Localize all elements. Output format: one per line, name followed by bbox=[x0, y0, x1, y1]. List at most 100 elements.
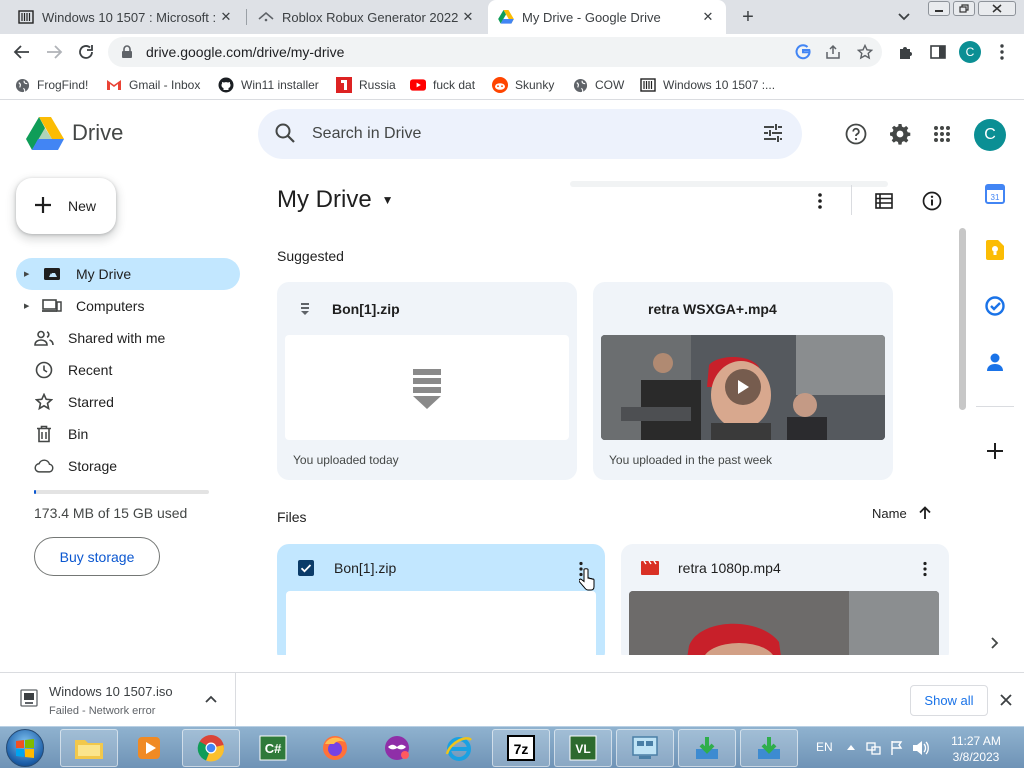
bookmark-win11-installer[interactable]: Win11 installer bbox=[218, 76, 319, 94]
suggested-card-retra-wsxga[interactable]: retra WSXGA+.mp4 You uploaded in the pas… bbox=[593, 282, 893, 480]
taskbar-firefox[interactable] bbox=[306, 729, 364, 767]
close-tab-icon[interactable]: ✕ bbox=[700, 9, 716, 25]
bookmark-skunky[interactable]: Skunky bbox=[492, 76, 554, 94]
browser-menu-icon[interactable] bbox=[990, 40, 1014, 64]
expand-panel-chevron-icon[interactable] bbox=[984, 632, 1006, 654]
nav-item-my-drive[interactable]: ▶ My Drive bbox=[16, 258, 240, 290]
get-addons-plus-icon[interactable] bbox=[984, 440, 1006, 462]
help-icon[interactable] bbox=[844, 122, 868, 146]
contacts-icon[interactable] bbox=[984, 351, 1006, 373]
main-scrollbar[interactable] bbox=[959, 228, 966, 410]
nav-item-computers[interactable]: ▶ Computers bbox=[16, 290, 240, 322]
suggested-card-bon-zip[interactable]: Bon[1].zip You uploaded today bbox=[277, 282, 577, 480]
nav-item-recent[interactable]: Recent bbox=[16, 354, 240, 386]
extensions-icon[interactable] bbox=[894, 40, 918, 64]
search-icon[interactable] bbox=[274, 122, 298, 146]
tasks-icon[interactable] bbox=[984, 295, 1006, 317]
close-window-button[interactable] bbox=[978, 1, 1016, 16]
taskbar-internet-explorer[interactable] bbox=[430, 729, 488, 767]
chevron-up-icon[interactable] bbox=[204, 693, 218, 707]
tab-google-drive[interactable]: My Drive - Google Drive ✕ bbox=[488, 0, 726, 34]
caret-right-icon[interactable]: ▶ bbox=[24, 302, 32, 310]
google-apps-icon[interactable] bbox=[930, 122, 954, 146]
bookmark-label: Windows 10 1507 :... bbox=[663, 78, 776, 92]
nav-item-bin[interactable]: Bin bbox=[16, 418, 240, 450]
nav-item-starred[interactable]: Starred bbox=[16, 386, 240, 418]
file-card-bon-zip[interactable]: Bon[1].zip bbox=[277, 544, 605, 655]
tab-roblox[interactable]: Roblox Robux Generator 2022 ✕ bbox=[248, 0, 486, 34]
buy-storage-button[interactable]: Buy storage bbox=[34, 537, 160, 576]
taskbar-vbox[interactable]: VL bbox=[554, 729, 612, 767]
windows-logo-icon bbox=[16, 739, 34, 758]
nav-item-shared-with-me[interactable]: Shared with me bbox=[16, 322, 240, 354]
new-tab-button[interactable]: + bbox=[736, 6, 760, 28]
caret-right-icon[interactable]: ▶ bbox=[24, 270, 32, 278]
my-drive-title[interactable]: My Drive ▼ bbox=[277, 186, 394, 214]
show-all-downloads-button[interactable]: Show all bbox=[910, 685, 988, 716]
new-button[interactable]: New bbox=[16, 178, 116, 234]
search-drive-input[interactable]: Search in Drive bbox=[258, 109, 802, 159]
taskbar-installer-2[interactable] bbox=[740, 729, 798, 767]
nav-item-storage[interactable]: Storage bbox=[16, 450, 240, 482]
start-button[interactable] bbox=[6, 729, 44, 767]
keep-icon[interactable] bbox=[984, 239, 1006, 261]
sort-label: Name bbox=[872, 505, 907, 521]
drive-logo-icon[interactable] bbox=[26, 117, 64, 151]
play-button-icon[interactable] bbox=[725, 369, 761, 405]
side-panel-icon[interactable] bbox=[926, 40, 950, 64]
settings-gear-icon[interactable] bbox=[888, 122, 912, 146]
tab-windows-10[interactable]: Windows 10 1507 : Microsoft : Fr ✕ bbox=[8, 0, 244, 34]
tab-search-chevron-icon[interactable] bbox=[894, 8, 914, 26]
forward-button[interactable] bbox=[42, 40, 66, 64]
file-more-actions-icon[interactable] bbox=[915, 557, 935, 581]
drive-app-name[interactable]: Drive bbox=[72, 120, 123, 146]
minimize-button[interactable] bbox=[928, 1, 950, 16]
input-language-indicator[interactable]: EN bbox=[816, 740, 833, 754]
taskbar-control-panel[interactable] bbox=[616, 729, 674, 767]
video-thumbnail bbox=[601, 335, 885, 440]
sort-by-name-button[interactable]: Name bbox=[872, 505, 933, 521]
list-view-icon[interactable] bbox=[872, 189, 896, 213]
taskbar-installer-1[interactable] bbox=[678, 729, 736, 767]
bookmark-star-icon[interactable] bbox=[856, 43, 874, 61]
bookmark-frogfind[interactable]: FrogFind! bbox=[14, 76, 88, 94]
restore-button[interactable] bbox=[953, 1, 975, 16]
more-actions-icon[interactable] bbox=[808, 189, 832, 213]
bookmark-gmail[interactable]: Gmail - Inbox bbox=[106, 76, 200, 94]
info-icon[interactable] bbox=[920, 189, 944, 213]
taskbar-csharp[interactable]: C# bbox=[244, 729, 302, 767]
taskbar-tor[interactable] bbox=[368, 729, 426, 767]
back-button[interactable] bbox=[10, 40, 34, 64]
network-icon[interactable] bbox=[866, 740, 882, 756]
profile-avatar[interactable]: C bbox=[958, 40, 982, 64]
action-center-flag-icon[interactable] bbox=[890, 740, 904, 756]
taskbar-clock[interactable]: 11:27 AM 3/8/2023 bbox=[946, 733, 1006, 765]
account-avatar[interactable]: C bbox=[974, 119, 1006, 151]
file-card-retra-1080p[interactable]: retra 1080p.mp4 bbox=[621, 544, 949, 655]
toolbar-divider bbox=[851, 185, 852, 215]
bookmark-windows-10[interactable]: Windows 10 1507 :... bbox=[640, 76, 775, 94]
calendar-icon[interactable]: 31 bbox=[984, 183, 1006, 205]
taskbar-chrome[interactable] bbox=[182, 729, 240, 767]
page-title: My Drive bbox=[277, 186, 372, 213]
taskbar-media-player[interactable] bbox=[120, 729, 178, 767]
close-tab-icon[interactable]: ✕ bbox=[218, 9, 234, 25]
bookmark-russia[interactable]: Russia bbox=[336, 76, 396, 94]
suggested-card-header: Bon[1].zip bbox=[296, 300, 400, 318]
taskbar-7zip[interactable]: 7z bbox=[492, 729, 550, 767]
google-lens-icon[interactable] bbox=[794, 43, 812, 61]
show-hidden-icons-icon[interactable] bbox=[846, 743, 856, 751]
volume-icon[interactable] bbox=[912, 740, 930, 756]
download-item[interactable]: Windows 10 1507.iso Failed - Network err… bbox=[0, 673, 236, 727]
bookmark-youtube[interactable]: fuck dat bbox=[410, 76, 475, 94]
checkbox-checked-icon[interactable] bbox=[297, 559, 315, 577]
address-bar[interactable]: drive.google.com/drive/my-drive bbox=[108, 37, 882, 67]
close-tab-icon[interactable]: ✕ bbox=[460, 9, 476, 25]
search-options-icon[interactable] bbox=[762, 122, 786, 146]
share-icon[interactable] bbox=[824, 43, 842, 61]
reload-button[interactable] bbox=[74, 40, 98, 64]
bookmark-cow[interactable]: COW bbox=[572, 76, 624, 94]
taskbar-explorer[interactable] bbox=[60, 729, 118, 767]
svg-text:7z: 7z bbox=[514, 741, 529, 757]
close-downloads-shelf-icon[interactable] bbox=[998, 692, 1014, 708]
